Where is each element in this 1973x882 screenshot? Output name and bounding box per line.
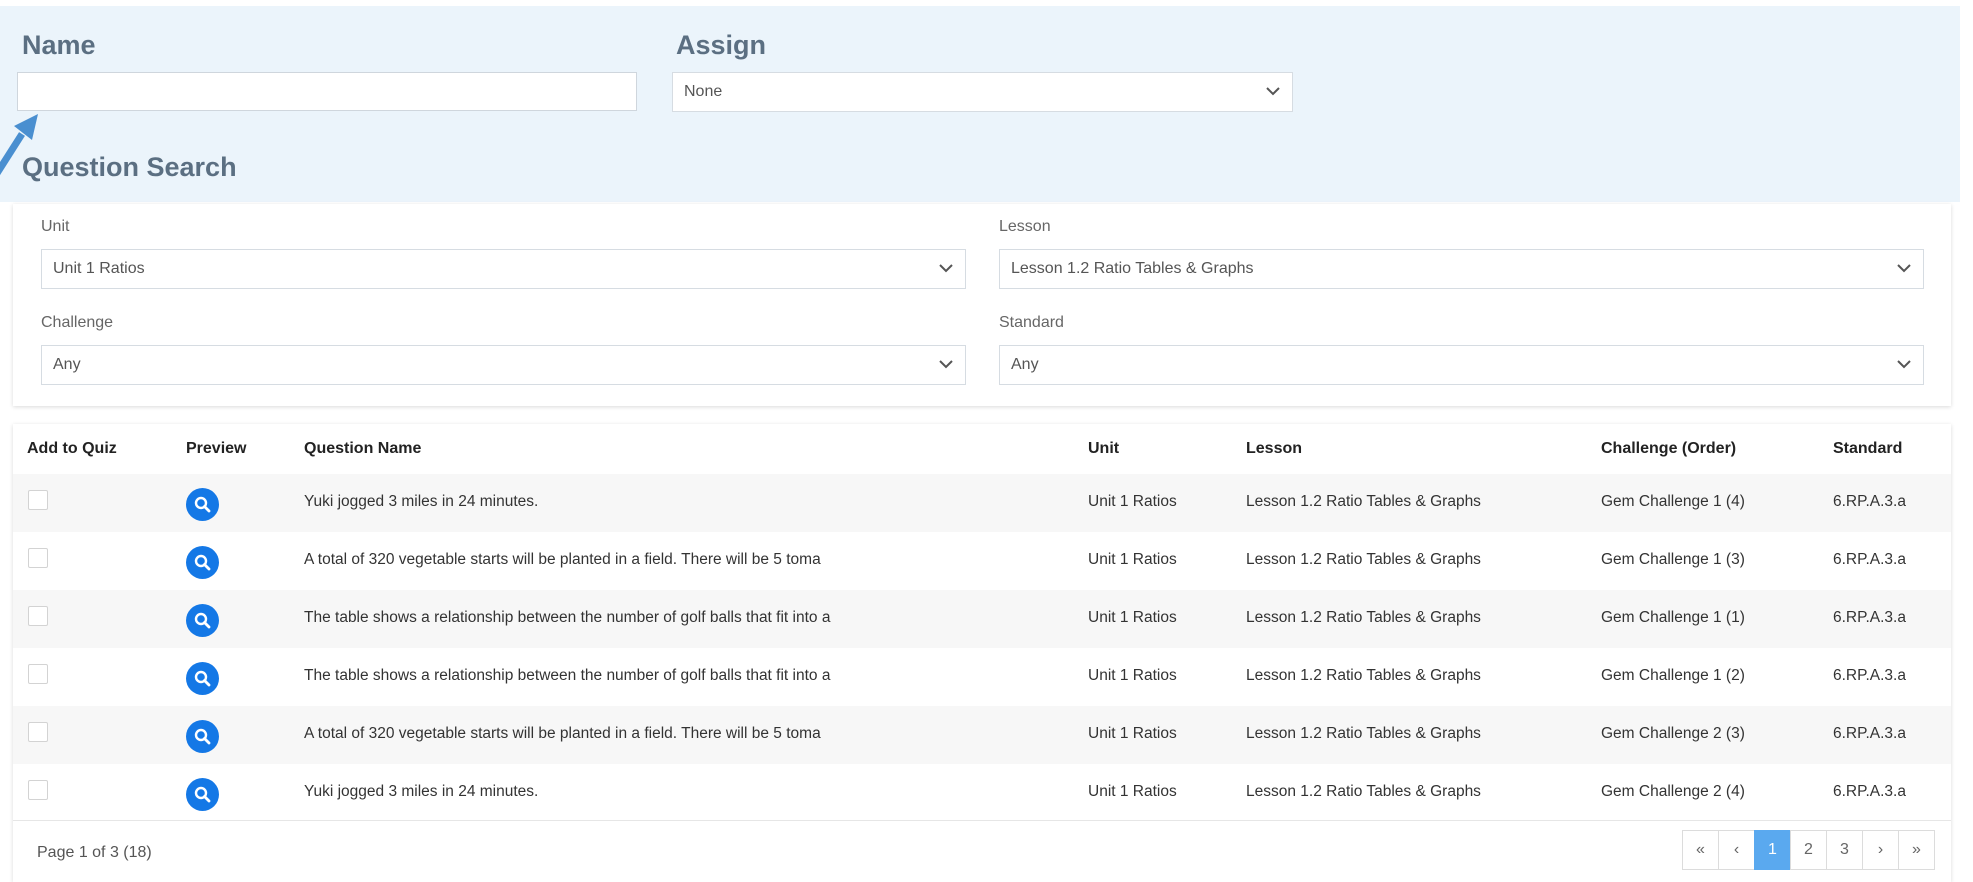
page-1-button[interactable]: 1 bbox=[1754, 830, 1791, 870]
assign-select[interactable]: None bbox=[672, 72, 1293, 112]
standard-filter-value: Any bbox=[1011, 356, 1039, 373]
challenge-cell: Gem Challenge 1 (2) bbox=[1601, 667, 1745, 684]
add-to-quiz-checkbox[interactable] bbox=[28, 664, 48, 684]
pagination: « ‹ 1 2 3 › » bbox=[1682, 830, 1935, 870]
table-row: A total of 320 vegetable starts will be … bbox=[13, 706, 1951, 764]
chevron-down-icon bbox=[939, 264, 953, 273]
preview-button[interactable] bbox=[186, 604, 219, 637]
question-name-cell: The table shows a relationship between t… bbox=[304, 667, 831, 684]
preview-button[interactable] bbox=[186, 720, 219, 753]
search-icon bbox=[194, 670, 211, 687]
standard-filter-select[interactable]: Any bbox=[999, 345, 1924, 385]
question-name-cell: Yuki jogged 3 miles in 24 minutes. bbox=[304, 783, 539, 800]
lesson-cell: Lesson 1.2 Ratio Tables & Graphs bbox=[1246, 783, 1481, 800]
column-header-unit: Unit bbox=[1088, 440, 1120, 457]
table-row: The table shows a relationship between t… bbox=[13, 590, 1951, 648]
table-row: A total of 320 vegetable starts will be … bbox=[13, 532, 1951, 590]
question-name-cell: Yuki jogged 3 miles in 24 minutes. bbox=[304, 493, 539, 510]
unit-filter-value: Unit 1 Ratios bbox=[53, 260, 145, 277]
lesson-cell: Lesson 1.2 Ratio Tables & Graphs bbox=[1246, 609, 1481, 626]
column-header-question-name: Question Name bbox=[304, 440, 422, 457]
next-page-button[interactable]: › bbox=[1862, 830, 1899, 870]
standard-cell: 6.RP.A.3.a bbox=[1833, 725, 1906, 742]
lesson-cell: Lesson 1.2 Ratio Tables & Graphs bbox=[1246, 725, 1481, 742]
chevron-down-icon bbox=[1897, 360, 1911, 369]
question-name-cell: A total of 320 vegetable starts will be … bbox=[304, 551, 821, 568]
chevron-down-icon bbox=[1266, 87, 1280, 96]
column-header-add-to-quiz: Add to Quiz bbox=[27, 440, 117, 457]
column-header-preview: Preview bbox=[186, 440, 247, 457]
pagination-info: Page 1 of 3 (18) bbox=[37, 844, 152, 861]
lesson-cell: Lesson 1.2 Ratio Tables & Graphs bbox=[1246, 493, 1481, 510]
preview-button[interactable] bbox=[186, 662, 219, 695]
unit-cell: Unit 1 Ratios bbox=[1088, 551, 1177, 568]
add-to-quiz-checkbox[interactable] bbox=[28, 548, 48, 568]
standard-cell: 6.RP.A.3.a bbox=[1833, 783, 1906, 800]
unit-filter-select[interactable]: Unit 1 Ratios bbox=[41, 249, 966, 289]
question-search-filters: Unit Unit 1 Ratios Lesson Lesson 1.2 Rat… bbox=[13, 204, 1951, 406]
question-name-cell: A total of 320 vegetable starts will be … bbox=[304, 725, 821, 742]
lesson-filter-value: Lesson 1.2 Ratio Tables & Graphs bbox=[1011, 260, 1254, 277]
column-header-challenge: Challenge (Order) bbox=[1601, 440, 1737, 457]
unit-cell: Unit 1 Ratios bbox=[1088, 783, 1177, 800]
lesson-filter-label: Lesson bbox=[999, 218, 1051, 235]
preview-button[interactable] bbox=[186, 488, 219, 521]
page-2-button[interactable]: 2 bbox=[1790, 830, 1827, 870]
lesson-cell: Lesson 1.2 Ratio Tables & Graphs bbox=[1246, 667, 1481, 684]
table-footer-divider bbox=[13, 820, 1951, 821]
chevron-down-icon bbox=[939, 360, 953, 369]
challenge-cell: Gem Challenge 2 (3) bbox=[1601, 725, 1745, 742]
add-to-quiz-checkbox[interactable] bbox=[28, 722, 48, 742]
table-row: The table shows a relationship between t… bbox=[13, 648, 1951, 706]
lesson-cell: Lesson 1.2 Ratio Tables & Graphs bbox=[1246, 551, 1481, 568]
search-icon bbox=[194, 496, 211, 513]
unit-cell: Unit 1 Ratios bbox=[1088, 609, 1177, 626]
assign-label: Assign bbox=[676, 30, 767, 60]
add-to-quiz-checkbox[interactable] bbox=[28, 606, 48, 626]
question-search-title: Question Search bbox=[22, 152, 237, 182]
standard-filter-label: Standard bbox=[999, 314, 1064, 331]
unit-cell: Unit 1 Ratios bbox=[1088, 725, 1177, 742]
search-icon bbox=[194, 554, 211, 571]
search-icon bbox=[194, 728, 211, 745]
assignment-header-panel: Name Assign None Question Search bbox=[0, 6, 1960, 202]
name-label: Name bbox=[22, 30, 96, 60]
column-header-lesson: Lesson bbox=[1246, 440, 1303, 457]
last-page-button[interactable]: » bbox=[1898, 830, 1935, 870]
challenge-cell: Gem Challenge 2 (4) bbox=[1601, 783, 1745, 800]
page-3-button[interactable]: 3 bbox=[1826, 830, 1863, 870]
add-to-quiz-checkbox[interactable] bbox=[28, 780, 48, 800]
standard-cell: 6.RP.A.3.a bbox=[1833, 551, 1906, 568]
challenge-cell: Gem Challenge 1 (4) bbox=[1601, 493, 1745, 510]
first-page-button[interactable]: « bbox=[1682, 830, 1719, 870]
standard-cell: 6.RP.A.3.a bbox=[1833, 609, 1906, 626]
challenge-filter-label: Challenge bbox=[41, 314, 114, 331]
unit-filter-label: Unit bbox=[41, 218, 70, 235]
column-header-standard: Standard bbox=[1833, 440, 1903, 457]
challenge-cell: Gem Challenge 1 (1) bbox=[1601, 609, 1745, 626]
chevron-down-icon bbox=[1897, 264, 1911, 273]
unit-cell: Unit 1 Ratios bbox=[1088, 493, 1177, 510]
name-input[interactable] bbox=[17, 72, 637, 111]
challenge-filter-select[interactable]: Any bbox=[41, 345, 966, 385]
lesson-filter-select[interactable]: Lesson 1.2 Ratio Tables & Graphs bbox=[999, 249, 1924, 289]
assign-select-value: None bbox=[684, 83, 723, 100]
preview-button[interactable] bbox=[186, 778, 219, 811]
standard-cell: 6.RP.A.3.a bbox=[1833, 667, 1906, 684]
question-name-cell: The table shows a relationship between t… bbox=[304, 609, 831, 626]
standard-cell: 6.RP.A.3.a bbox=[1833, 493, 1906, 510]
table-row: Yuki jogged 3 miles in 24 minutes. Unit … bbox=[13, 764, 1951, 822]
preview-button[interactable] bbox=[186, 546, 219, 579]
add-to-quiz-checkbox[interactable] bbox=[28, 490, 48, 510]
challenge-cell: Gem Challenge 1 (3) bbox=[1601, 551, 1745, 568]
search-icon bbox=[194, 786, 211, 803]
unit-cell: Unit 1 Ratios bbox=[1088, 667, 1177, 684]
challenge-filter-value: Any bbox=[53, 356, 81, 373]
previous-page-button[interactable]: ‹ bbox=[1718, 830, 1755, 870]
question-results-table: Add to Quiz Preview Question Name Unit L… bbox=[13, 424, 1951, 882]
table-row: Yuki jogged 3 miles in 24 minutes. Unit … bbox=[13, 474, 1951, 532]
search-icon bbox=[194, 612, 211, 629]
